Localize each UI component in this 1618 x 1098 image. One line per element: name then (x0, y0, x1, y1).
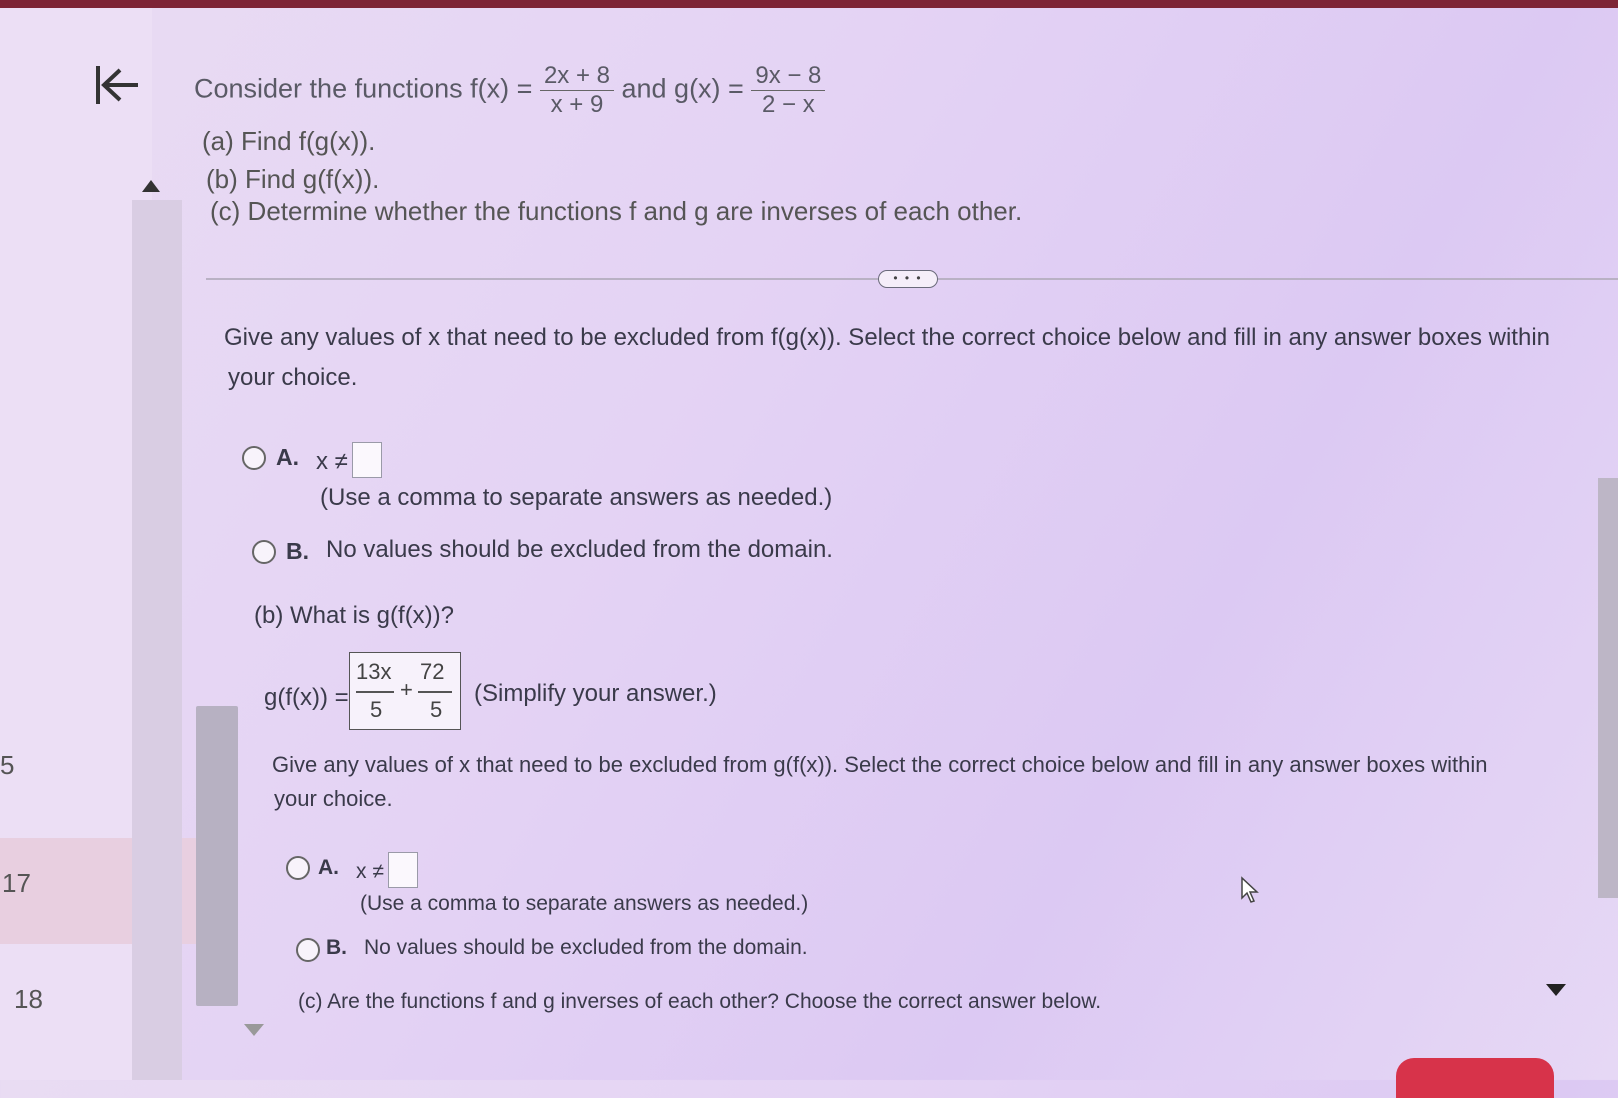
gf-option-a-expr: x ≠ (356, 860, 384, 883)
question-scroll-rail (132, 200, 182, 1080)
question-statement: Consider the functions f(x) = 2x + 8x + … (194, 62, 826, 119)
fg-exclusion-prompt-cont: your choice. (228, 364, 358, 391)
gf-exclusion-prompt: Give any values of x that need to be exc… (272, 752, 1488, 777)
gf-option-a-letter: A. (318, 856, 339, 879)
part-c-label: (c) Determine whether the functions f an… (210, 196, 1023, 226)
nav-item-18[interactable]: 18 (14, 984, 43, 1015)
g-fraction: 9x − 82 − x (751, 62, 826, 119)
scroll-up-icon[interactable] (142, 180, 160, 192)
part-c-question: (c) Are the functions f and g inverses o… (298, 990, 1102, 1013)
fg-option-b-text[interactable]: No values should be excluded from the do… (326, 536, 833, 564)
gf-answer-box[interactable]: 13x 5 + 72 5 (349, 652, 461, 730)
fg-option-a-radio[interactable] (242, 446, 266, 470)
simplify-hint: (Simplify your answer.) (474, 680, 717, 707)
more-button[interactable]: • • • (878, 270, 938, 288)
dropdown-arrow-icon[interactable] (1546, 984, 1566, 996)
scroll-down-icon[interactable] (244, 1024, 264, 1036)
back-icon[interactable] (92, 60, 142, 110)
gf-lhs: g(f(x)) = (264, 684, 349, 711)
mouse-cursor-icon (1241, 876, 1259, 903)
gf-exclusion-input[interactable] (388, 852, 418, 888)
gf-option-b-text[interactable]: No values should be excluded from the do… (364, 936, 808, 960)
fg-option-a-hint: (Use a comma to separate answers as need… (320, 484, 833, 511)
fg-exclusion-prompt: Give any values of x that need to be exc… (224, 324, 1550, 351)
part-b-label: (b) Find g(f(x)). (206, 164, 380, 194)
fg-option-b-letter: B. (286, 538, 309, 564)
part-a-label: (a) Find f(g(x)). (202, 126, 376, 156)
content-scrollbar[interactable] (196, 706, 238, 1006)
right-scrollbar[interactable] (1598, 478, 1618, 898)
nav-item-17[interactable]: 17 (0, 838, 220, 944)
fg-option-b-radio[interactable] (252, 540, 276, 564)
gf-option-a-hint: (Use a comma to separate answers as need… (360, 892, 809, 915)
gf-option-b-radio[interactable] (296, 938, 320, 962)
fg-exclusion-input[interactable] (352, 442, 382, 478)
part-b-question: (b) What is g(f(x))? (254, 602, 455, 629)
gf-option-a-radio[interactable] (286, 856, 310, 880)
fg-option-a-letter: A. (276, 444, 299, 470)
gf-option-b-letter: B. (326, 936, 347, 959)
nav-item-5[interactable]: 5 (0, 750, 14, 781)
gf-exclusion-prompt-cont: your choice. (274, 786, 393, 811)
fg-option-a-expr: x ≠ (316, 448, 348, 475)
top-bar (0, 0, 1618, 8)
next-button[interactable] (1396, 1058, 1554, 1098)
f-fraction: 2x + 8x + 9 (539, 62, 614, 119)
